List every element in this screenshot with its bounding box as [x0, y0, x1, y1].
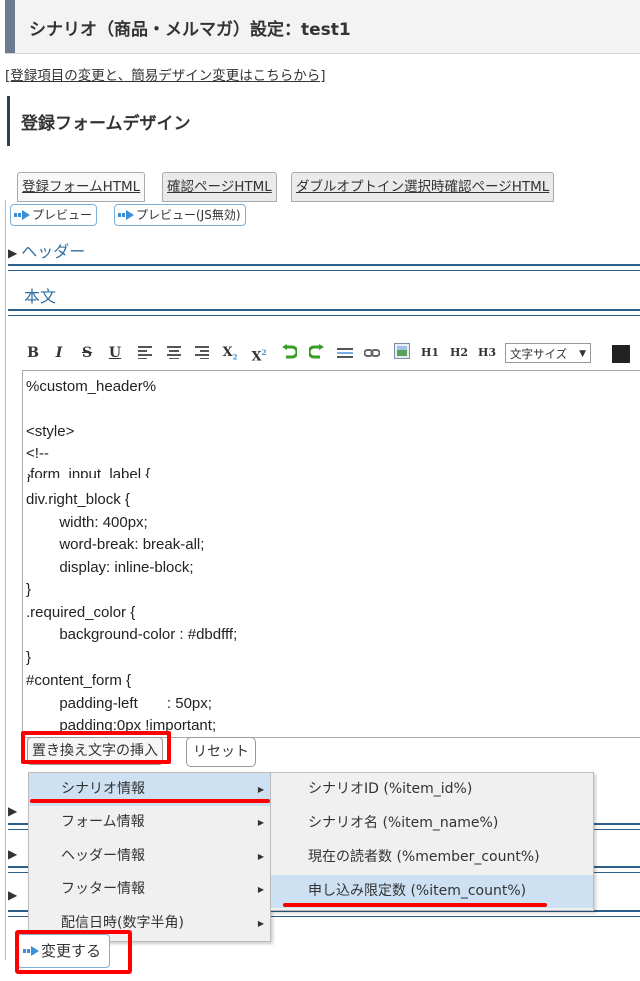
menu-item-label: シナリオ情報 [61, 781, 145, 797]
menu-item-label: フッター情報 [61, 881, 145, 897]
tab-double-optin-html[interactable]: ダブルオプトイン選択時確認ページHTML [291, 172, 555, 202]
text-color-button[interactable] [612, 345, 630, 363]
placeholder-menu: シナリオ情報 ▶ フォーム情報 ▶ ヘッダー情報 ▶ フッター情報 ▶ 配信日時(数字半… [28, 772, 271, 942]
code-line: } [26, 649, 32, 666]
arrow-right-icon [118, 209, 134, 220]
submenu-item-member-count[interactable]: 現在の読者数 (%member_count%) [271, 841, 593, 874]
submenu-arrow-icon: ▶ [257, 852, 264, 861]
menu-item-label: ヘッダー情報 [61, 848, 145, 864]
highlight-underline [30, 799, 270, 803]
triangle-right-icon: ▶ [8, 847, 18, 861]
menu-item-label: フォーム情報 [61, 814, 145, 830]
code-line: } [26, 581, 32, 598]
caret-down-icon: ▼ [579, 349, 586, 359]
highlight-box [15, 930, 132, 974]
submenu-arrow-icon: ▶ [257, 818, 264, 827]
horizontal-rule-icon[interactable] [337, 347, 353, 359]
code-line: .required_color { [26, 604, 136, 621]
bold-button[interactable]: B [25, 340, 41, 366]
menu-item-label: 配信日時(数字半角) [61, 915, 184, 931]
menu-item-header[interactable]: ヘッダー情報 ▶ [29, 840, 270, 873]
underline-button[interactable]: U [108, 340, 122, 366]
submenu-arrow-icon: ▶ [257, 919, 264, 928]
triangle-right-icon: ▶ [8, 888, 18, 902]
accordion-toggle[interactable]: ▶ [8, 884, 21, 910]
subscript-label: X [222, 345, 233, 360]
page-title: シナリオ（商品・メルマガ）設定：test1 [29, 20, 351, 40]
reset-button[interactable]: リセット [186, 737, 256, 767]
tab-form-html[interactable]: 登録フォームHTML [17, 172, 146, 202]
italic-button[interactable]: I [53, 340, 65, 366]
highlight-box [21, 731, 171, 764]
accordion-body-label: 本文 [24, 287, 57, 306]
highlight-underline [283, 903, 547, 907]
align-right-icon[interactable] [195, 345, 209, 359]
section-header: 登録フォームデザイン [7, 96, 640, 146]
triangle-right-icon: ▶ [8, 246, 18, 260]
code-line: display: inline-block; [26, 559, 194, 576]
font-size-select[interactable]: 文字サイズ ▼ [505, 343, 591, 363]
preview-button[interactable]: プレビュー [10, 204, 98, 226]
code-line: word-break: break-all; [26, 536, 205, 553]
subscript-button[interactable]: X2 [222, 340, 238, 366]
code-line: .form_input_label { [26, 466, 151, 478]
align-left-icon[interactable] [138, 345, 152, 359]
editor-toolbar: B I S U X2 X2 H1 H2 H3 文字サイズ ▼ [22, 340, 640, 368]
undo-icon[interactable] [281, 344, 297, 360]
redo-icon[interactable] [309, 344, 325, 360]
code-line-brace: } [26, 474, 31, 482]
header-accent-bar [5, 0, 15, 53]
tab-confirm-html[interactable]: 確認ページHTML [162, 172, 277, 202]
section-accent-bar [7, 96, 10, 146]
accordion-header-toggle[interactable]: ▶ ヘッダー [8, 238, 85, 264]
h1-button[interactable]: H1 [421, 340, 439, 366]
superscript-button[interactable]: X2 [250, 340, 268, 366]
image-icon[interactable] [394, 343, 410, 359]
html-editor[interactable]: %custom_header% <style> <!-- .form_input… [22, 370, 640, 738]
strike-button[interactable]: S [80, 340, 94, 366]
arrow-right-icon [14, 209, 30, 220]
submenu-arrow-icon: ▶ [257, 885, 264, 894]
tab-label: 登録フォームHTML [22, 179, 141, 195]
link-icon[interactable] [364, 348, 380, 358]
accordion-header-label: ヘッダー [21, 242, 86, 261]
submenu-item-id[interactable]: シナリオID (%item_id%) [271, 773, 593, 806]
code-line: %custom_header% [26, 378, 157, 395]
divider [8, 264, 640, 271]
code-line: <!-- [26, 445, 49, 462]
preview-label: プレビュー [32, 208, 93, 222]
code-line: #content_form { [26, 672, 132, 689]
preview-js-off-label: プレビュー(JS無効) [136, 208, 241, 222]
font-size-label: 文字サイズ [510, 347, 568, 361]
page-header: シナリオ（商品・メルマガ）設定：test1 [5, 0, 640, 54]
code-line: padding-left : 50px; [26, 695, 212, 712]
preview-js-off-button[interactable]: プレビュー(JS無効) [114, 204, 246, 226]
code-line: <style> [26, 423, 75, 440]
triangle-right-icon: ▶ [8, 804, 18, 818]
align-center-icon[interactable] [167, 345, 181, 359]
section-title: 登録フォームデザイン [21, 114, 191, 134]
design-change-link[interactable]: [登録項目の変更と、簡易デザイン変更はこちらから] [5, 64, 326, 84]
divider [8, 309, 640, 316]
h2-button[interactable]: H2 [450, 340, 468, 366]
superscript-label: X [251, 349, 262, 365]
scenario-submenu: シナリオID (%item_id%) シナリオ名 (%item_name%) 現… [270, 772, 594, 911]
tab-label: 確認ページHTML [167, 179, 272, 195]
h3-button[interactable]: H3 [478, 340, 496, 366]
code-line: div.right_block { [26, 491, 130, 508]
submenu-item-name[interactable]: シナリオ名 (%item_name%) [271, 807, 593, 840]
tab-label: ダブルオプトイン選択時確認ページHTML [296, 179, 550, 195]
code-line: background-color : #dbdfff; [26, 626, 238, 643]
code-line: width: 400px; [26, 514, 148, 531]
menu-item-form[interactable]: フォーム情報 ▶ [29, 806, 270, 839]
menu-item-footer[interactable]: フッター情報 ▶ [29, 873, 270, 906]
